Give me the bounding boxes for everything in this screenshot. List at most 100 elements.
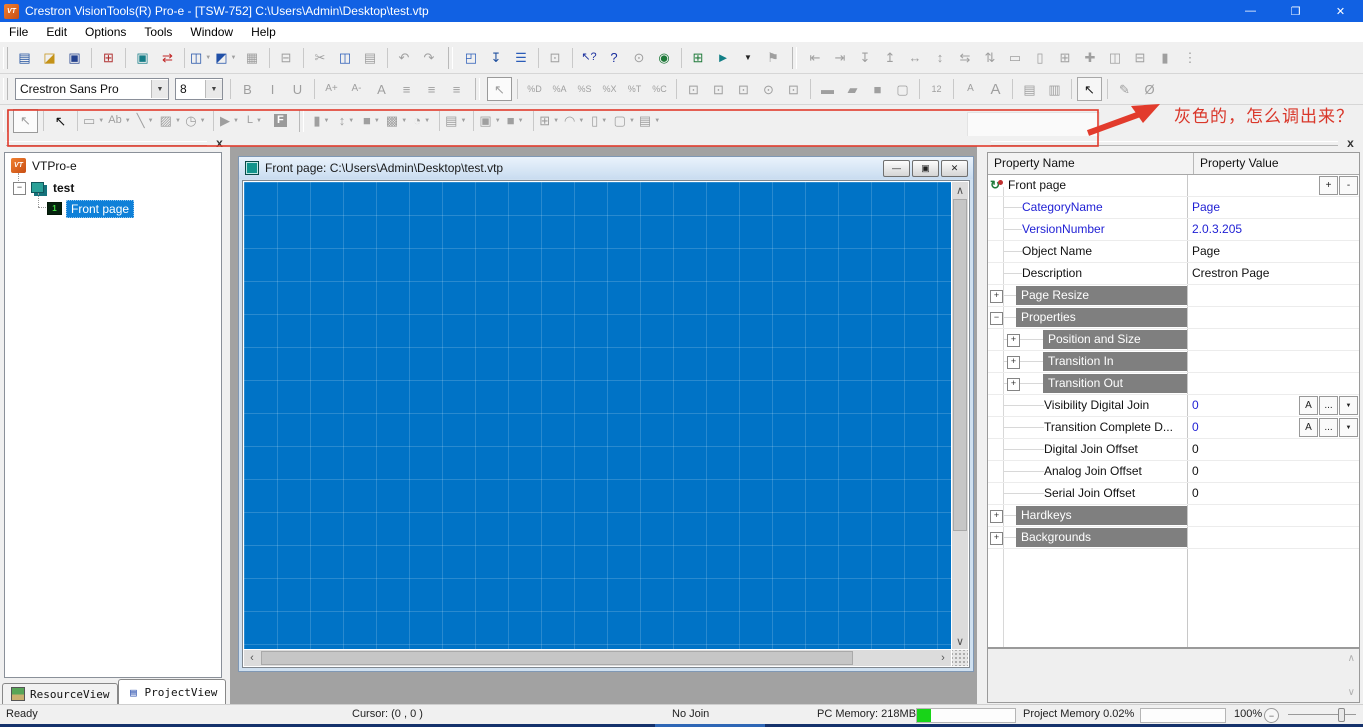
- save-project[interactable]: ▣: [63, 47, 86, 69]
- property-name-column-header[interactable]: Property Name: [988, 153, 1194, 174]
- lock-tool[interactable]: Ø: [1138, 78, 1161, 100]
- property-expander[interactable]: +: [1007, 378, 1020, 391]
- font-combo-dropdown[interactable]: ▼: [151, 80, 168, 98]
- tab-resourceview[interactable]: ResourceView: [2, 683, 118, 704]
- legacy-object-tool[interactable]: L▼: [244, 110, 267, 132]
- subpage-properties[interactable]: ▥: [1043, 78, 1066, 100]
- property-value[interactable]: 0: [1192, 464, 1199, 478]
- help-scroll-up-icon[interactable]: ∧: [1348, 653, 1355, 664]
- context-help[interactable]: ↖?: [578, 47, 601, 69]
- page-properties[interactable]: ▤: [1018, 78, 1041, 100]
- project-info[interactable]: ☰: [510, 47, 533, 69]
- merge-objects[interactable]: ⊟: [1129, 47, 1152, 69]
- center-both[interactable]: ✚: [1079, 47, 1102, 69]
- dpad-tool[interactable]: ▣▼: [479, 110, 502, 132]
- subpage-view-dropdown[interactable]: ▼: [231, 55, 237, 61]
- underline[interactable]: U: [286, 78, 309, 100]
- vertical-slider-tool[interactable]: ▮▼: [311, 110, 334, 132]
- rectangle-tool[interactable]: ▭▼: [83, 110, 106, 132]
- property-value[interactable]: 0: [1192, 442, 1199, 456]
- menu-edit[interactable]: Edit: [37, 22, 76, 42]
- tab-projectview[interactable]: ▤ProjectView: [118, 679, 226, 704]
- align-bottom[interactable]: ↧: [854, 47, 877, 69]
- project-panel-close-icon[interactable]: x: [213, 137, 226, 150]
- property-value-column-header[interactable]: Property Value: [1194, 153, 1285, 174]
- maximize-button[interactable]: ❐: [1273, 0, 1318, 22]
- dynamic-graphic-tool[interactable]: ▢▼: [614, 110, 637, 132]
- image-tool-dropdown[interactable]: ▼: [175, 118, 181, 124]
- align-top[interactable]: ↥: [879, 47, 902, 69]
- object-pointer[interactable]: ↖: [1077, 77, 1102, 101]
- project-panel-header[interactable]: x: [0, 136, 226, 150]
- text-join[interactable]: %T: [623, 78, 646, 100]
- scroll-right-arrow[interactable]: ›: [935, 650, 951, 666]
- zoom-slider-handle[interactable]: [1338, 708, 1345, 722]
- property-browse-button[interactable]: ...: [1319, 418, 1338, 437]
- menu-options[interactable]: Options: [76, 22, 135, 42]
- digital-join[interactable]: %D: [523, 78, 546, 100]
- rectangle-tool-dropdown[interactable]: ▼: [98, 118, 104, 124]
- scroll-down-arrow[interactable]: ∨: [952, 633, 968, 649]
- property-name[interactable]: Transition In: [1043, 352, 1187, 371]
- compile[interactable]: ⊞: [687, 47, 710, 69]
- import-project[interactable]: ↧: [485, 47, 508, 69]
- align-text-left[interactable]: ≡: [395, 78, 418, 100]
- image-tool[interactable]: ▨▼: [160, 110, 183, 132]
- font-size-combo[interactable]: 8▼: [175, 78, 223, 100]
- line-tool[interactable]: ╲▼: [135, 110, 158, 132]
- button-tool-dropdown[interactable]: ▼: [374, 118, 380, 124]
- property-name[interactable]: Position and Size: [1043, 330, 1187, 349]
- tb3-grip[interactable]: [3, 110, 8, 132]
- property-name[interactable]: Serial Join Offset: [1044, 486, 1135, 500]
- align-edges[interactable]: ◫: [1104, 47, 1127, 69]
- property-panel-close-icon[interactable]: x: [1344, 137, 1357, 150]
- distribute-objects[interactable]: ⋮: [1179, 47, 1202, 69]
- video-tool[interactable]: ▶▼: [219, 110, 242, 132]
- text-tool-dropdown[interactable]: ▼: [125, 118, 131, 124]
- keypad-tool[interactable]: ⊞▼: [539, 110, 562, 132]
- momentary-tool[interactable]: ■▼: [505, 110, 528, 132]
- font-combo[interactable]: Crestron Sans Pro▼: [15, 78, 169, 100]
- flag[interactable]: ⚑: [762, 47, 785, 69]
- property-expander[interactable]: −: [990, 312, 1003, 325]
- preview[interactable]: ►: [712, 47, 735, 69]
- serial-join[interactable]: %S: [573, 78, 596, 100]
- tree-item-root[interactable]: VT VTPro-e: [11, 157, 77, 174]
- property-name[interactable]: Description: [1022, 266, 1082, 280]
- select-tool[interactable]: ↖: [13, 109, 38, 133]
- horizontal-scroll-thumb[interactable]: [261, 651, 853, 665]
- property-panel-header[interactable]: x: [985, 136, 1357, 150]
- property-name[interactable]: Analog Join Offset: [1044, 464, 1142, 478]
- object-state-1[interactable]: ⊡: [682, 78, 705, 100]
- property-name[interactable]: Backgrounds: [1016, 528, 1187, 547]
- make-same-width[interactable]: ▭: [1004, 47, 1027, 69]
- cip-join[interactable]: %X: [598, 78, 621, 100]
- scroll-left-arrow[interactable]: ‹: [244, 650, 260, 666]
- property-value[interactable]: Page: [1192, 244, 1220, 258]
- shape-square[interactable]: ■: [866, 78, 889, 100]
- property-name[interactable]: Transition Complete D...: [1044, 420, 1173, 434]
- shape-rounded[interactable]: ▢: [891, 78, 914, 100]
- time-date-tool[interactable]: ◷▼: [185, 110, 208, 132]
- vertical-slider-tool-dropdown[interactable]: ▼: [324, 118, 330, 124]
- dock-grip[interactable]: [991, 141, 1338, 146]
- preview-options[interactable]: ▼: [737, 47, 760, 69]
- image-button-tool[interactable]: ▩▼: [386, 110, 409, 132]
- doc-minimize-button[interactable]: —: [883, 160, 910, 177]
- paste[interactable]: ▤: [359, 47, 382, 69]
- document-title-bar[interactable]: Front page: C:\Users\Admin\Desktop\test.…: [239, 157, 973, 179]
- redo[interactable]: ↷: [418, 47, 441, 69]
- hardkey-tool-dropdown[interactable]: ▼: [601, 118, 607, 124]
- property-dropdown-button[interactable]: ▼: [1339, 418, 1358, 437]
- center-horizontal[interactable]: ↔: [904, 47, 927, 69]
- space-down[interactable]: ⇅: [979, 47, 1002, 69]
- property-remove-button[interactable]: -: [1339, 176, 1358, 195]
- object-help[interactable]: ⊙: [628, 47, 651, 69]
- shape-pill[interactable]: ▬: [816, 78, 839, 100]
- property-name[interactable]: Object Name: [1022, 244, 1092, 258]
- page-number[interactable]: 12: [925, 78, 948, 100]
- grid-view[interactable]: ▦: [241, 47, 264, 69]
- updown-tool[interactable]: ↕▼: [336, 110, 359, 132]
- tree-item-page[interactable]: 1 Front page: [47, 200, 134, 217]
- new-project[interactable]: ▤: [13, 47, 36, 69]
